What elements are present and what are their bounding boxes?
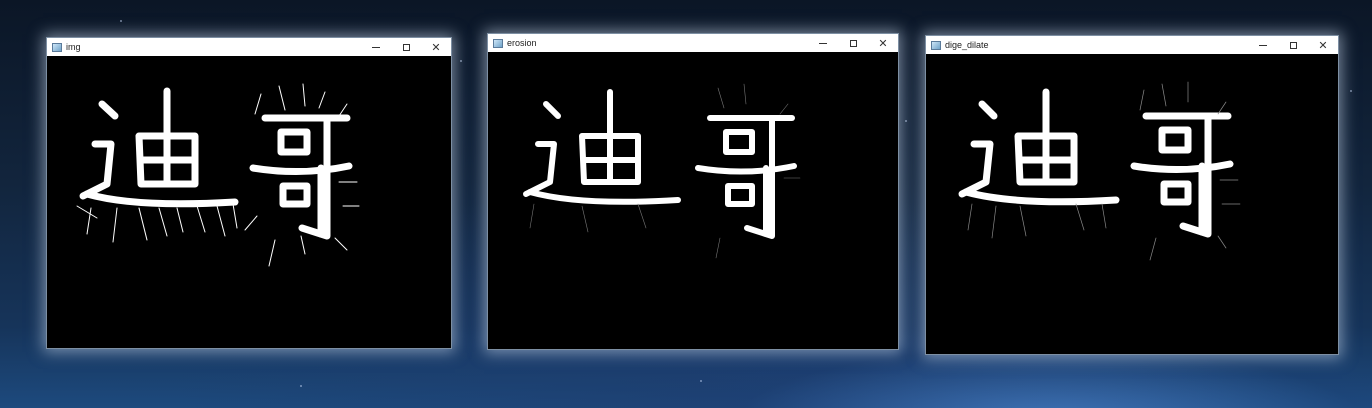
glyph-image: [958, 81, 1241, 261]
window-title: erosion: [507, 38, 537, 48]
star: [300, 385, 302, 387]
minimize-icon: [1259, 44, 1267, 46]
app-window-icon: [493, 38, 503, 48]
maximize-button[interactable]: [391, 38, 421, 56]
image-canvas: [926, 54, 1338, 354]
image-canvas: [488, 52, 898, 349]
minimize-button[interactable]: [361, 38, 391, 56]
app-window-icon: [931, 40, 941, 50]
star: [460, 60, 462, 62]
minimize-button[interactable]: [808, 34, 838, 52]
titlebar[interactable]: erosion ✕: [488, 34, 898, 52]
star: [120, 20, 122, 22]
maximize-icon: [1289, 41, 1297, 49]
image-canvas: [47, 56, 451, 348]
close-button[interactable]: ✕: [868, 34, 898, 52]
app-window-icon: [52, 42, 62, 52]
window-img[interactable]: img ✕: [46, 37, 452, 349]
close-button[interactable]: ✕: [1308, 36, 1338, 54]
minimize-icon: [372, 46, 380, 48]
glyph-image: [76, 83, 360, 267]
window-title: dige_dilate: [945, 40, 989, 50]
minimize-icon: [819, 42, 827, 44]
titlebar[interactable]: img ✕: [47, 38, 451, 56]
star: [1350, 90, 1352, 92]
window-erosion[interactable]: erosion ✕: [487, 33, 899, 350]
minimize-button[interactable]: [1248, 36, 1278, 54]
titlebar[interactable]: dige_dilate ✕: [926, 36, 1338, 54]
window-dige-dilate[interactable]: dige_dilate ✕: [925, 35, 1339, 355]
maximize-icon: [402, 43, 410, 51]
window-title: img: [66, 42, 81, 52]
maximize-button[interactable]: [1278, 36, 1308, 54]
star: [905, 120, 907, 122]
star: [700, 380, 702, 382]
maximize-button[interactable]: [838, 34, 868, 52]
close-button[interactable]: ✕: [421, 38, 451, 56]
maximize-icon: [849, 39, 857, 47]
glyph-image: [523, 83, 801, 259]
